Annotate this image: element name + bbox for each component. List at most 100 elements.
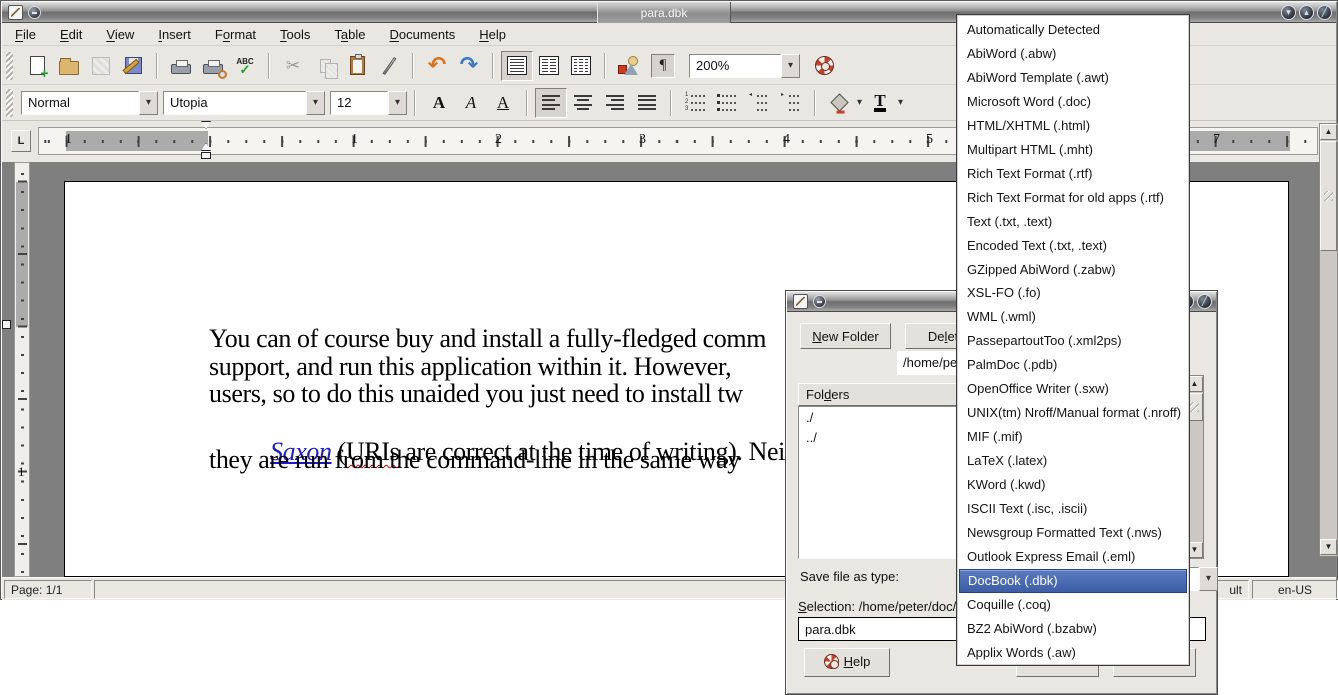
chevron-down-icon[interactable]: ▾ [898, 97, 903, 108]
spellcheck-button[interactable]: ABC✓ [229, 51, 261, 81]
chevron-down-icon[interactable]: ▾ [781, 54, 800, 78]
indent-markers[interactable] [199, 121, 215, 162]
format-option[interactable]: UNIX(tm) Nroff/Manual format (.nroff) [959, 401, 1187, 425]
print-preview-button[interactable] [197, 51, 229, 81]
left-indent-handle[interactable] [201, 152, 211, 159]
tab-selector-button[interactable]: L [11, 130, 31, 152]
new-folder-button[interactable]: New Folder [800, 323, 891, 349]
maximize-icon[interactable]: ▴ [1299, 5, 1314, 20]
chevron-down-icon[interactable]: ▾ [857, 97, 862, 108]
chevron-down-icon[interactable]: ▾ [388, 91, 407, 115]
folders-list[interactable]: ./../ [798, 406, 974, 559]
shade-icon[interactable]: ▾ [1281, 5, 1296, 20]
menu-help[interactable]: Help [479, 27, 506, 42]
window-menu-button[interactable] [28, 6, 41, 19]
left-indent-marker[interactable] [201, 143, 211, 151]
format-option[interactable]: Outlook Express Email (.eml) [959, 545, 1187, 569]
format-option[interactable]: Text (.txt, .text) [959, 210, 1187, 234]
folder-item[interactable]: ../ [799, 427, 973, 447]
menu-table[interactable]: Table [334, 27, 365, 42]
menu-format[interactable]: Format [215, 27, 256, 42]
font-color-button[interactable]: T [864, 88, 896, 118]
vertical-ruler[interactable]: 1 [14, 162, 30, 577]
size-combobox[interactable]: 12 ▾ [330, 91, 407, 115]
dialog-window-menu-button[interactable] [813, 295, 826, 308]
increase-indent-button[interactable]: ▸ [775, 88, 807, 118]
bold-button[interactable]: A [423, 88, 455, 118]
folders-header[interactable]: Folders [798, 383, 974, 406]
folder-item[interactable]: ./ [799, 407, 973, 427]
format-option[interactable]: ISCII Text (.isc, .iscii) [959, 497, 1187, 521]
help-button-dialog[interactable]: Help [804, 648, 890, 677]
decrease-indent-button[interactable]: ◂ [743, 88, 775, 118]
chevron-down-icon[interactable]: ▾ [139, 91, 158, 115]
font-value[interactable]: Utopia [163, 91, 306, 115]
menu-documents[interactable]: Documents [390, 27, 456, 42]
align-right-button[interactable] [599, 88, 631, 118]
scroll-down-icon[interactable]: ▼ [1320, 539, 1337, 555]
help-button[interactable] [808, 51, 840, 81]
menu-file[interactable]: File [15, 27, 36, 42]
bullet-list-button[interactable] [711, 88, 743, 118]
format-option[interactable]: Rich Text Format (.rtf) [959, 162, 1187, 186]
style-combobox[interactable]: Normal ▾ [21, 91, 158, 115]
scroll-up-icon[interactable]: ▲ [1320, 124, 1337, 140]
format-option[interactable]: Coquille (.coq) [959, 593, 1187, 617]
format-option[interactable]: MIF (.mif) [959, 425, 1187, 449]
format-option[interactable]: BZ2 AbiWord (.bzabw) [959, 617, 1187, 641]
highlight-color-button[interactable] [823, 88, 855, 118]
format-option[interactable]: OpenOffice Writer (.sxw) [959, 377, 1187, 401]
menu-edit[interactable]: Edit [60, 27, 82, 42]
format-option[interactable]: Microsoft Word (.doc) [959, 90, 1187, 114]
font-combobox[interactable]: Utopia ▾ [163, 91, 325, 115]
menu-tools[interactable]: Tools [280, 27, 310, 42]
insert-symbol-button[interactable] [613, 51, 645, 81]
scrollbar-thumb[interactable] [1320, 141, 1337, 251]
format-option[interactable]: HTML/XHTML (.html) [959, 114, 1187, 138]
format-option[interactable]: XSL-FO (.fo) [959, 281, 1187, 305]
main-vertical-scrollbar[interactable]: ▲ ▼ [1319, 123, 1338, 557]
format-option[interactable]: WML (.wml) [959, 305, 1187, 329]
align-center-button[interactable] [567, 88, 599, 118]
format-option[interactable]: Applix Words (.aw) [959, 641, 1187, 665]
one-column-button[interactable] [501, 51, 533, 81]
format-option[interactable]: DocBook (.dbk) [959, 569, 1187, 593]
format-painter-button[interactable] [373, 51, 405, 81]
two-column-button[interactable] [533, 51, 565, 81]
italic-button[interactable]: A [455, 88, 487, 118]
margin-handle[interactable] [2, 320, 11, 329]
close-icon[interactable]: ╱ [1317, 5, 1332, 20]
chevron-down-icon[interactable]: ▾ [306, 91, 325, 115]
size-value[interactable]: 12 [330, 91, 388, 115]
format-option[interactable]: Rich Text Format for old apps (.rtf) [959, 186, 1187, 210]
format-option[interactable]: AbiWord (.abw) [959, 42, 1187, 66]
save-as-button[interactable] [117, 51, 149, 81]
numbered-list-button[interactable]: 1 2 3 [679, 88, 711, 118]
menu-view[interactable]: View [106, 27, 134, 42]
format-option[interactable]: LaTeX (.latex) [959, 449, 1187, 473]
toolbar-grip[interactable] [6, 52, 13, 80]
print-button[interactable] [165, 51, 197, 81]
format-option[interactable]: GZipped AbiWord (.zabw) [959, 258, 1187, 282]
paste-button[interactable] [341, 51, 373, 81]
status-language-indicator[interactable]: en-US [1252, 580, 1338, 599]
new-document-button[interactable]: + [21, 51, 53, 81]
format-option[interactable]: KWord (.kwd) [959, 473, 1187, 497]
zoom-combobox[interactable]: 200% ▾ [689, 54, 800, 78]
undo-button[interactable]: ↶ [421, 51, 453, 81]
format-option[interactable]: Encoded Text (.txt, .text) [959, 234, 1187, 258]
toolbar-grip[interactable] [6, 89, 13, 117]
format-option[interactable]: PassepartoutToo (.xml2ps) [959, 329, 1187, 353]
zoom-value[interactable]: 200% [689, 54, 781, 78]
format-option[interactable]: Newsgroup Formatted Text (.nws) [959, 521, 1187, 545]
three-column-button[interactable] [565, 51, 597, 81]
style-value[interactable]: Normal [21, 91, 139, 115]
open-button[interactable] [53, 51, 85, 81]
first-line-indent-marker[interactable] [201, 121, 211, 129]
format-option[interactable]: Multipart HTML (.mht) [959, 138, 1187, 162]
format-option[interactable]: PalmDoc (.pdb) [959, 353, 1187, 377]
chevron-down-icon[interactable]: ▾ [1199, 567, 1218, 591]
align-left-button[interactable] [535, 88, 567, 118]
underline-button[interactable]: A [487, 88, 519, 118]
show-formatting-button[interactable]: ¶ [651, 54, 675, 78]
